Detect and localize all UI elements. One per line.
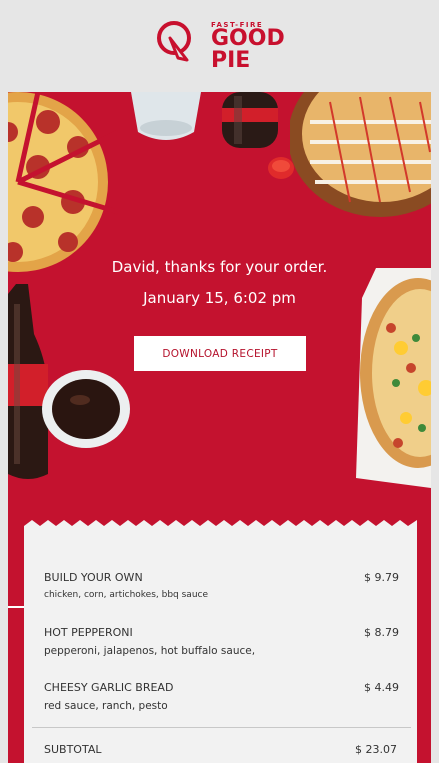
order-item: HOT PEPPERONI $ 8.79 pepperoni, jalapeno… (44, 626, 399, 666)
item-price: $ 9.79 (364, 571, 399, 584)
logo-name-line1: GOOD (211, 26, 285, 51)
item-name: CHEESY GARLIC BREAD (44, 681, 174, 694)
good-pie-logo[interactable]: FAST-FIRE GOOD PIE (156, 18, 286, 74)
pepperoni-pizza-image (8, 92, 118, 272)
item-price: $ 4.49 (364, 681, 399, 694)
water-glass-image (131, 92, 201, 140)
divider-mark (8, 606, 24, 608)
subtotal-value: $ 23.07 (355, 743, 397, 756)
email-header: FAST-FIRE GOOD PIE (0, 0, 439, 92)
download-receipt-button[interactable]: DOWNLOAD RECEIPT (134, 336, 306, 371)
order-item: BUILD YOUR OWN $ 9.79 chicken, corn, art… (44, 571, 399, 611)
pizza-slice-logo-icon (157, 21, 191, 62)
subtotal-label: SUBTOTAL (44, 743, 102, 756)
order-datetime: January 15, 6:02 pm (143, 289, 296, 307)
order-hero-banner: David, thanks for your order. January 15… (8, 92, 431, 520)
item-description: red sauce, ranch, pesto (44, 700, 168, 712)
bbq-chicken-pizza-image (290, 92, 431, 217)
cola-bottle-top-image (222, 92, 278, 148)
order-item: CHEESY GARLIC BREAD $ 4.49 red sauce, ra… (44, 681, 399, 721)
item-name: BUILD YOUR OWN (44, 571, 143, 584)
subtotal-divider (32, 727, 411, 728)
item-price: $ 8.79 (364, 626, 399, 639)
item-name: HOT PEPPERONI (44, 626, 133, 639)
item-description: pepperoni, jalapenos, hot buffalo sauce, (44, 645, 256, 657)
item-description: chicken, corn, artichokes, bbq sauce (44, 590, 209, 600)
logo-name-line2: PIE (211, 48, 251, 73)
cola-glass-image (42, 370, 130, 448)
order-greeting: David, thanks for your order. (111, 258, 328, 276)
